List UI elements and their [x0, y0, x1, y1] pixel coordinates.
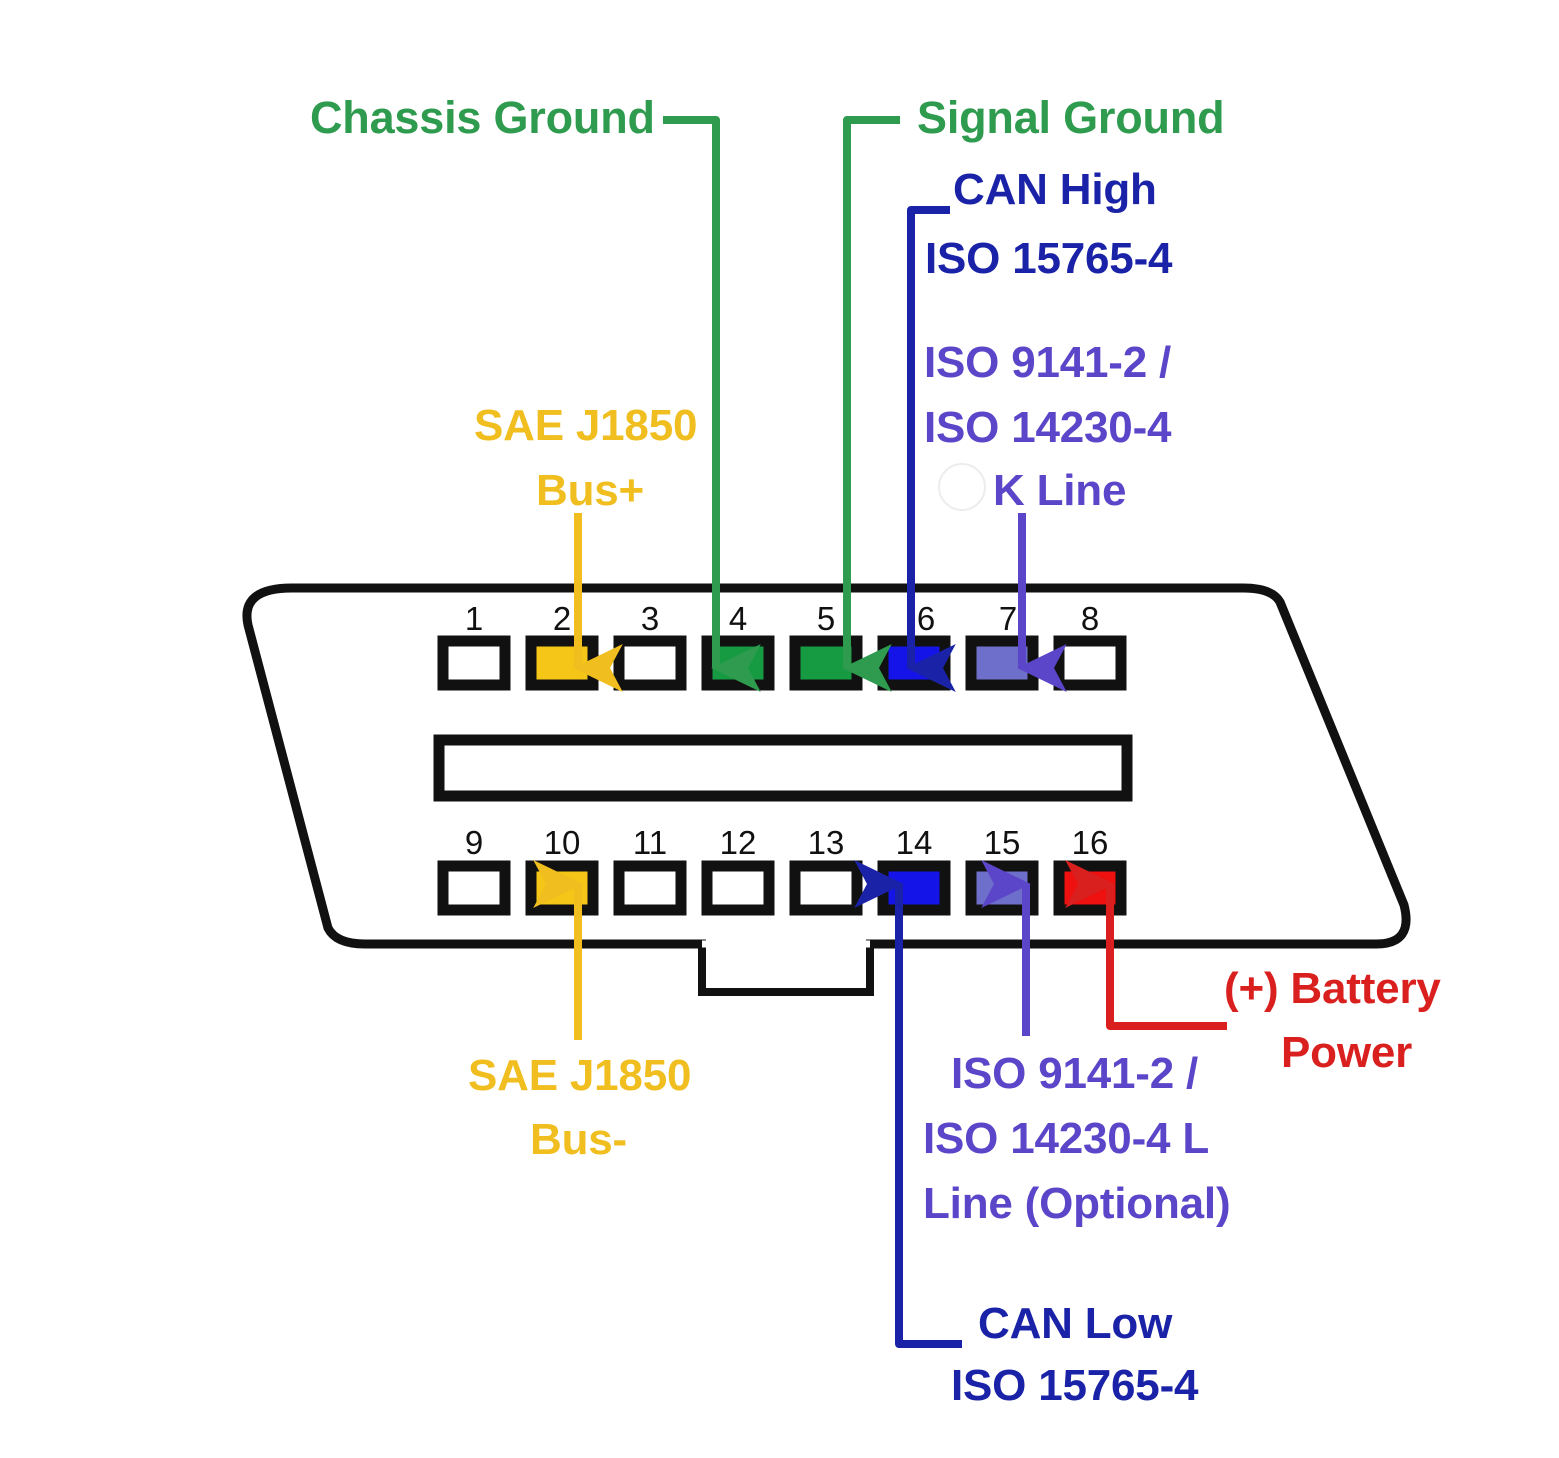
pin-number-13: 13 — [807, 824, 845, 861]
pin-number-2: 2 — [552, 600, 572, 637]
pin-10 — [525, 860, 599, 916]
pin-12 — [701, 860, 775, 916]
pin-8 — [1053, 635, 1127, 691]
obd2-pinout-diagram: 1 2 3 4 5 6 7 8 9 10 11 12 13 14 15 16 C… — [0, 0, 1559, 1458]
label-can-high-line2: ISO 15765-4 — [925, 234, 1173, 283]
pin-number-1: 1 — [464, 600, 484, 637]
pin-number-5: 5 — [816, 600, 836, 637]
pin-number-11: 11 — [632, 824, 668, 861]
label-can-low-line2: ISO 15765-4 — [951, 1361, 1199, 1410]
label-j1850-bus-minus-line2: Bus- — [530, 1115, 627, 1164]
pin-number-16: 16 — [1071, 824, 1109, 861]
pin-11 — [613, 860, 687, 916]
pin-number-7: 7 — [998, 600, 1018, 637]
decorative-circle-artifact — [938, 463, 986, 511]
label-l-line-line3: Line (Optional) — [923, 1179, 1231, 1228]
pin-number-3: 3 — [640, 600, 660, 637]
connector-center-slot — [433, 734, 1133, 802]
label-k-line-line1: ISO 9141-2 / — [924, 338, 1172, 387]
connector-alignment-notch — [698, 940, 874, 996]
label-can-low-line1: CAN Low — [978, 1299, 1173, 1348]
label-l-line-line2: ISO 14230-4 L — [923, 1114, 1209, 1163]
pin-2 — [525, 635, 599, 691]
pin-number-15: 15 — [983, 824, 1021, 861]
pin-number-10: 10 — [543, 824, 581, 861]
label-k-line-line2: ISO 14230-4 — [924, 403, 1172, 452]
pin-14 — [877, 860, 951, 916]
label-can-high-line1: CAN High — [953, 165, 1157, 214]
pin-number-4: 4 — [728, 600, 748, 637]
label-j1850-bus-minus-line1: SAE J1850 — [468, 1051, 692, 1100]
pin-number-14: 14 — [895, 824, 933, 861]
pin-13 — [789, 860, 863, 916]
label-battery-power-line2: Power — [1281, 1028, 1413, 1077]
pin-9 — [437, 860, 511, 916]
pin-number-6: 6 — [916, 600, 936, 637]
label-j1850-bus-plus-line1: SAE J1850 — [474, 401, 698, 450]
pin-3 — [613, 635, 687, 691]
connector-drawing — [242, 116, 1411, 1348]
label-l-line-line1: ISO 9141-2 / — [951, 1049, 1199, 1098]
pin-number-9: 9 — [464, 824, 484, 861]
label-signal-ground: Signal Ground — [917, 92, 1225, 143]
label-chassis-ground: Chassis Ground — [310, 92, 655, 143]
label-k-line-line3: K Line — [993, 466, 1127, 515]
pin-1 — [437, 635, 511, 691]
label-battery-power-line1: (+) Battery — [1224, 964, 1441, 1013]
pin-number-12: 12 — [719, 824, 757, 861]
label-j1850-bus-plus-line2: Bus+ — [536, 466, 645, 515]
pin-number-8: 8 — [1080, 600, 1100, 637]
